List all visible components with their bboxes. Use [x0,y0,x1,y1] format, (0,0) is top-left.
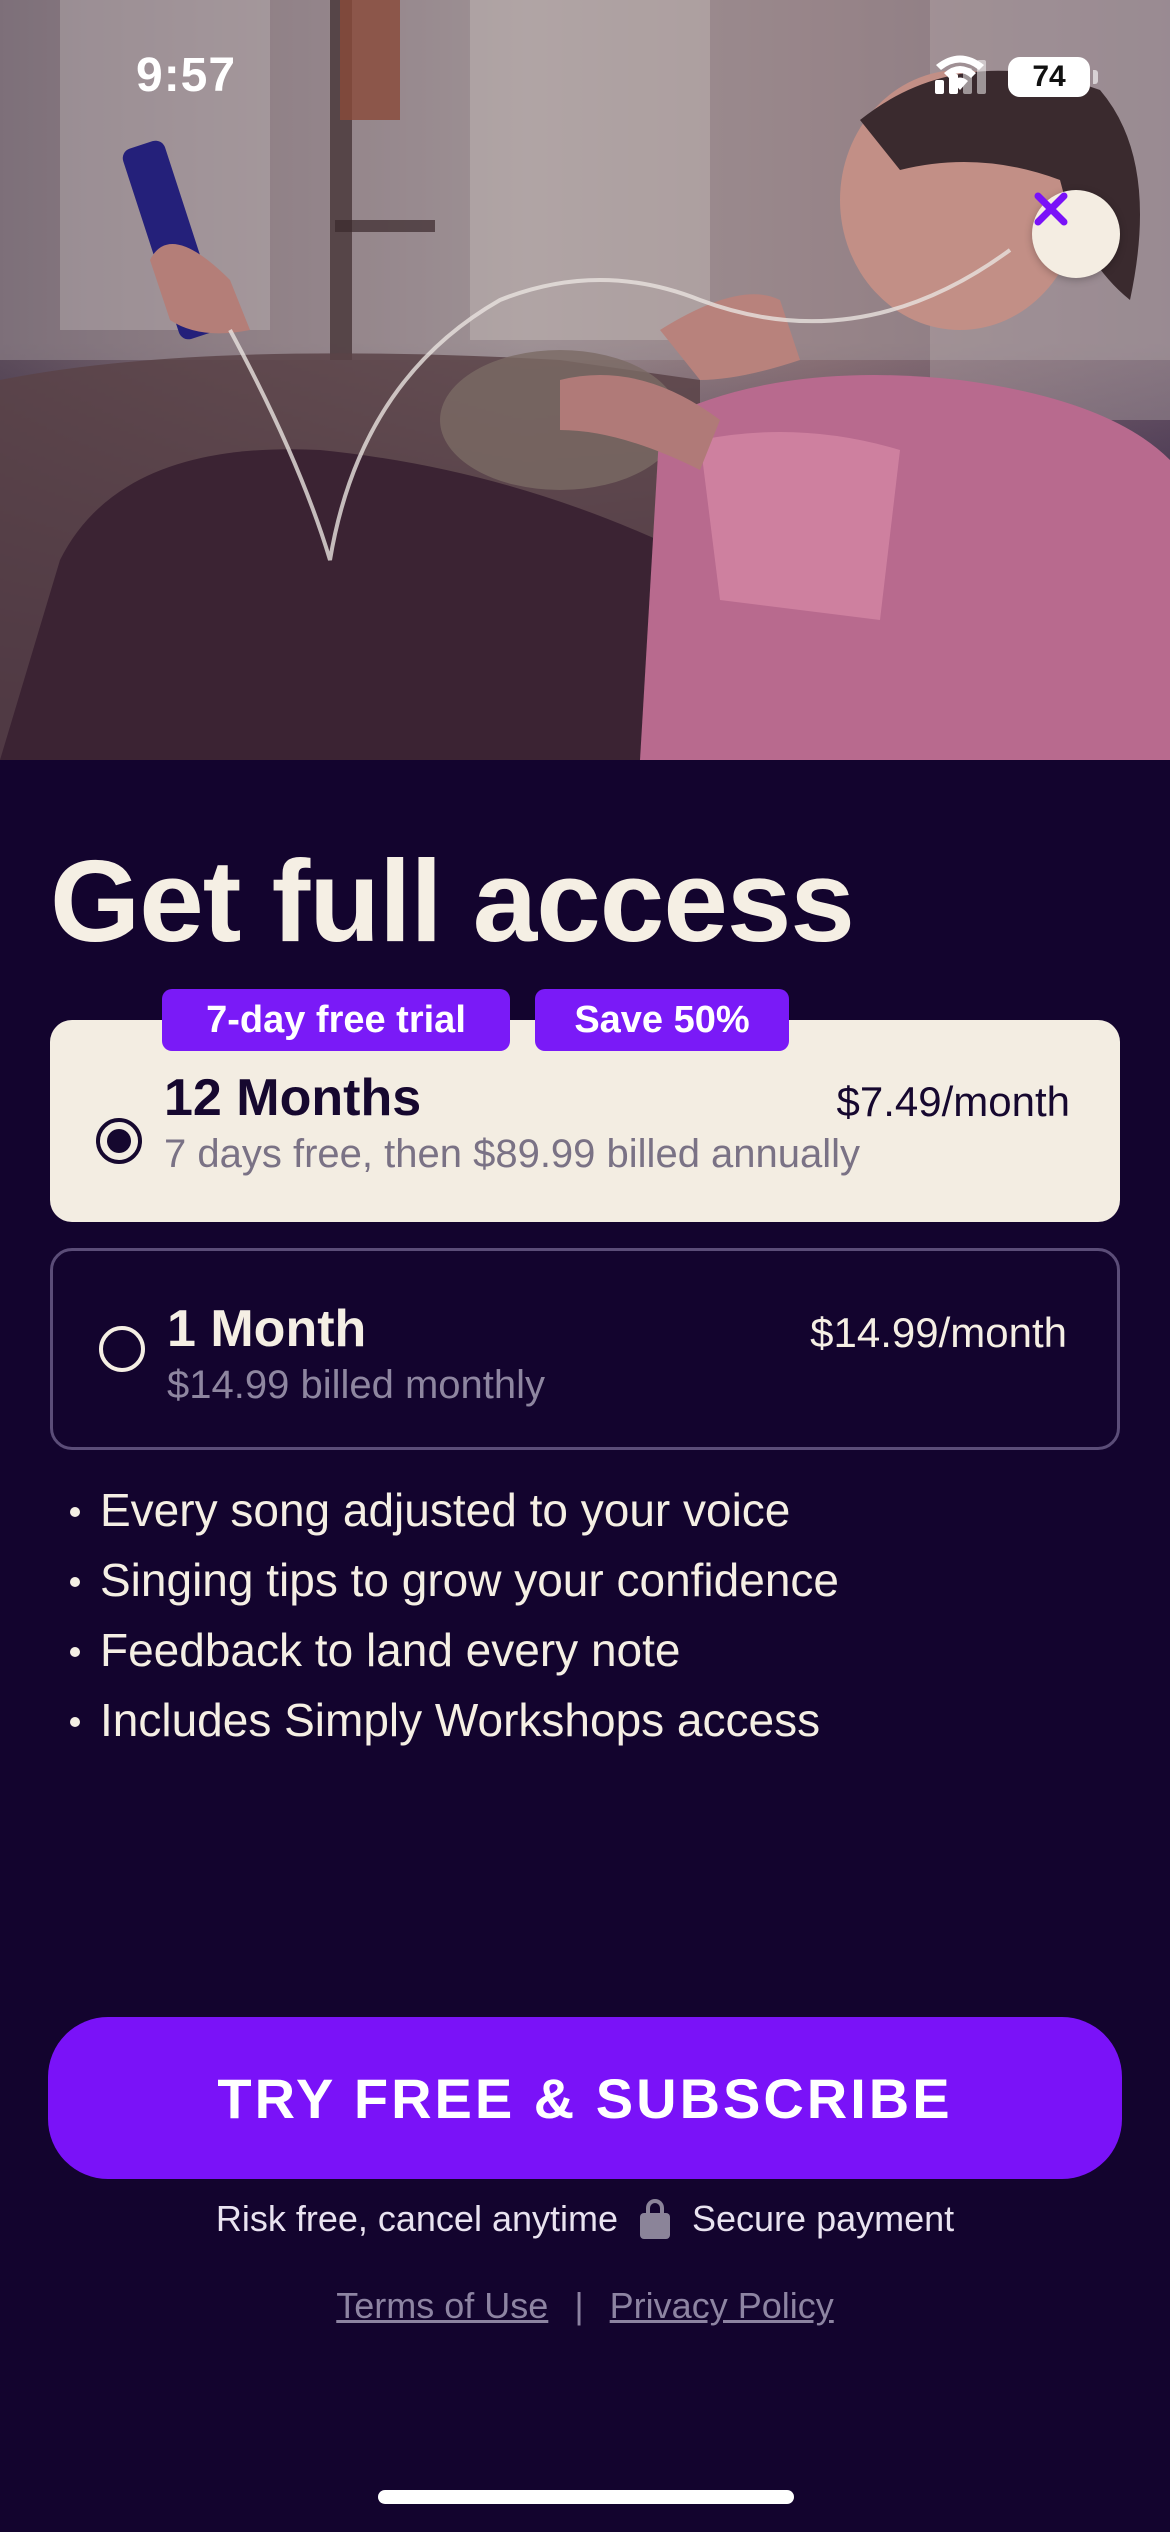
paywall-screen: 9:57 74 Get full access 7-day free trial… [0,0,1170,2532]
secure-payment-text: Secure payment [692,2198,955,2239]
hero-illustration [0,0,1170,760]
terms-link[interactable]: Terms of Use [336,2285,548,2327]
lock-icon [640,2199,670,2239]
risk-free-text: Risk free, cancel anytime [215,2198,618,2239]
page-title: Get full access [50,836,855,966]
status-time: 9:57 [136,49,237,102]
plan-option-1-month[interactable]: 1 Month $14.99/month $14.99 billed month… [50,1248,1120,1450]
plan-subtitle: $14.99 billed monthly [167,1363,546,1407]
close-icon [1034,192,1068,226]
feature-list: Every song adjusted to your voice Singin… [70,1475,839,1755]
bullet-icon [70,1507,80,1517]
status-icons: 74 [935,54,1098,100]
hero-image: 9:57 74 [0,0,1170,760]
plan-name: 1 Month [167,1300,367,1358]
feature-item: Includes Simply Workshops access [70,1685,839,1755]
subscribe-button[interactable]: TRY FREE & SUBSCRIBE [48,2017,1122,2179]
plan-subtitle: 7 days free, then $89.99 billed annually [164,1132,861,1176]
bullet-icon [70,1577,80,1587]
legal-separator: | [574,2285,584,2326]
feature-item: Singing tips to grow your confidence [70,1545,839,1615]
privacy-link[interactable]: Privacy Policy [610,2285,834,2327]
assurance-row: Risk free, cancel anytime Secure payment [0,2198,1170,2240]
legal-links: Terms of Use | Privacy Policy [0,2285,1170,2327]
save-badge: Save 50% [535,989,789,1051]
feature-item: Every song adjusted to your voice [70,1475,839,1545]
battery-icon: 74 [1008,57,1098,97]
feature-item: Feedback to land every note [70,1615,839,1685]
free-trial-badge: 7-day free trial [162,989,510,1051]
wifi-icon [936,55,984,90]
bullet-icon [70,1647,80,1657]
radio-unselected[interactable] [99,1326,145,1372]
plan-price: $7.49/month [836,1078,1070,1125]
plan-name: 12 Months [164,1069,422,1127]
home-indicator[interactable] [378,2490,794,2504]
plan-price: $14.99/month [810,1309,1067,1356]
radio-selected[interactable] [96,1118,142,1164]
bullet-icon [70,1717,80,1727]
close-button[interactable] [1032,190,1120,278]
